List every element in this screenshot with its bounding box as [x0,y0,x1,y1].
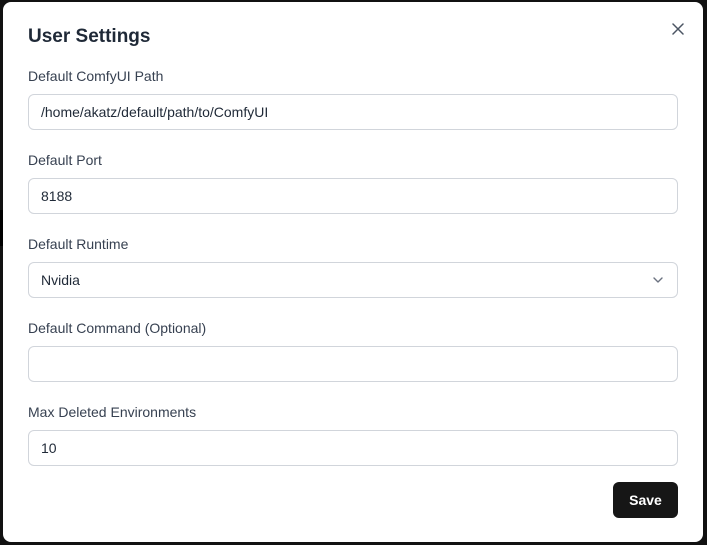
chevron-down-icon [651,273,665,287]
command-label: Default Command (Optional) [28,320,207,336]
port-input[interactable]: 8188 [28,178,678,214]
close-icon [672,23,684,35]
port-value: 8188 [41,188,73,204]
save-button[interactable]: Save [613,482,678,518]
max-deleted-input[interactable]: 10 [28,430,678,466]
comfyui-path-value: /home/akatz/default/path/to/ComfyUI [41,104,269,120]
runtime-select[interactable]: Nvidia [28,262,678,298]
max-deleted-value: 10 [41,440,57,456]
runtime-label: Default Runtime [28,236,129,252]
comfyui-path-input[interactable]: /home/akatz/default/path/to/ComfyUI [28,94,678,130]
user-settings-dialog: User Settings Default ComfyUI Path /home… [3,2,703,542]
comfyui-path-label: Default ComfyUI Path [28,68,164,84]
runtime-value: Nvidia [41,272,80,288]
port-label: Default Port [28,152,102,168]
dialog-title: User Settings [28,26,151,47]
command-input[interactable] [28,346,678,382]
max-deleted-label: Max Deleted Environments [28,404,197,420]
close-button[interactable] [668,19,688,39]
